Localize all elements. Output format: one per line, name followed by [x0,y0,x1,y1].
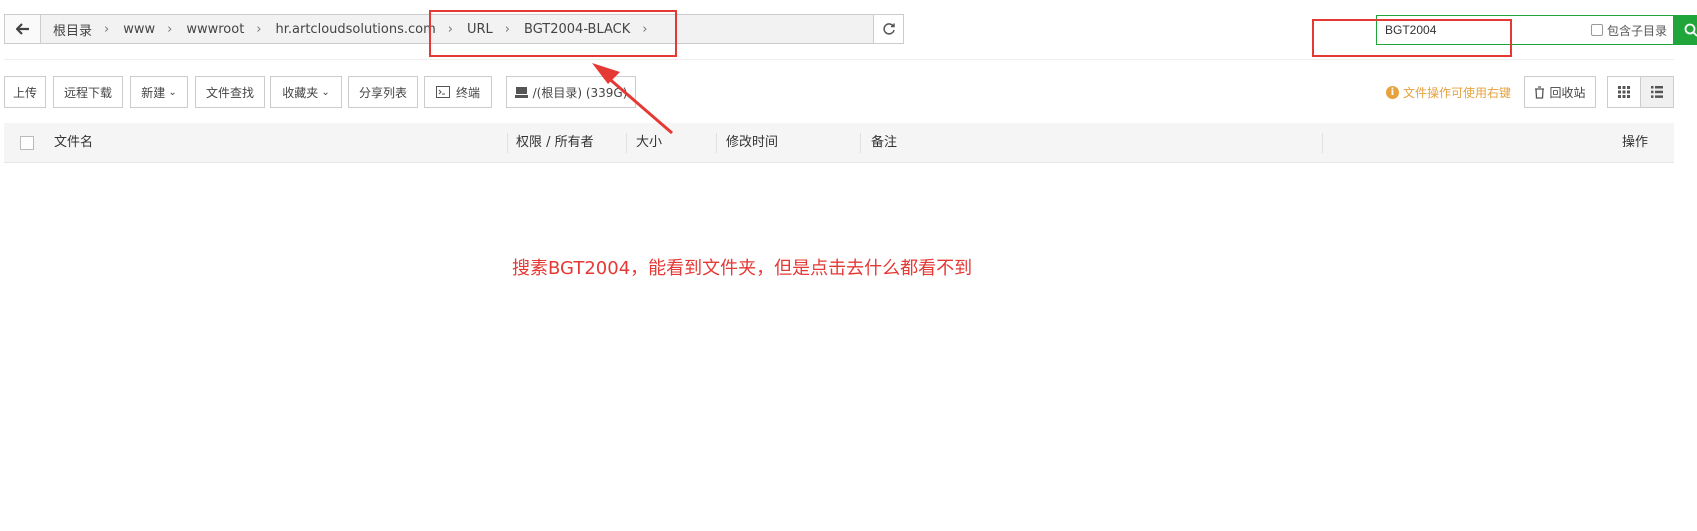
annotation-text: 搜素BGT2004，能看到文件夹，但是点击去什么都看不到 [512,258,973,279]
